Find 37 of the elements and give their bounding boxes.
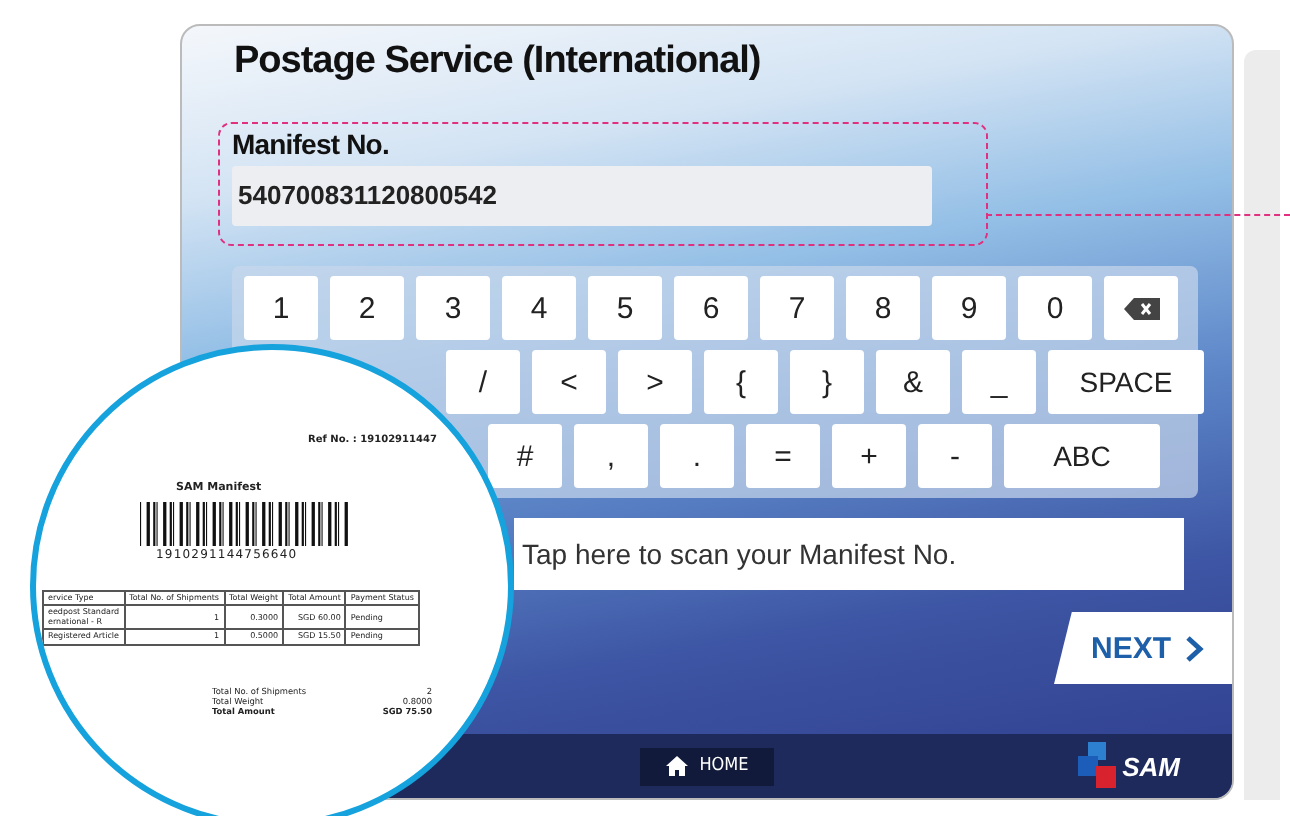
keyboard-key[interactable]: /: [446, 350, 520, 414]
keyboard-key[interactable]: 8: [846, 276, 920, 340]
screen-title: Postage Service (International): [232, 38, 763, 84]
keyboard-key[interactable]: >: [618, 350, 692, 414]
scan-button[interactable]: Tap here to scan your Manifest No.: [514, 518, 1184, 590]
field-label: Manifest No.: [232, 128, 391, 160]
keyboard-key[interactable]: 0: [1018, 276, 1092, 340]
keyboard-key[interactable]: 3: [416, 276, 490, 340]
keyboard-key[interactable]: ABC: [1004, 424, 1160, 488]
keyboard-key[interactable]: }: [790, 350, 864, 414]
keyboard-key[interactable]: .: [660, 424, 734, 488]
keyboard-key[interactable]: _: [962, 350, 1036, 414]
keyboard-key[interactable]: =: [746, 424, 820, 488]
logo-icon: [1078, 742, 1119, 790]
keyboard-key[interactable]: 6: [674, 276, 748, 340]
house-icon: [665, 756, 688, 776]
keyboard-key[interactable]: 7: [760, 276, 834, 340]
keyboard-key[interactable]: #: [488, 424, 562, 488]
keyboard-key[interactable]: 5: [588, 276, 662, 340]
next-button[interactable]: NEXT: [1054, 612, 1232, 684]
home-button[interactable]: HOME: [640, 747, 774, 785]
input-field[interactable]: 540700831120800542: [232, 166, 932, 226]
keyboard-key[interactable]: <: [532, 350, 606, 414]
keyboard-key[interactable]: -: [918, 424, 992, 488]
keyboard-key[interactable]: &: [876, 350, 950, 414]
keyboard-key[interactable]: 2: [330, 276, 404, 340]
backspace-key[interactable]: [1104, 276, 1178, 340]
keyboard-key[interactable]: ,: [574, 424, 648, 488]
keyboard-key[interactable]: 4: [502, 276, 576, 340]
keyboard-key[interactable]: {: [704, 350, 778, 414]
keyboard-key[interactable]: SPACE: [1048, 350, 1204, 414]
backspace-icon: [1123, 297, 1159, 319]
keyboard-key[interactable]: 1: [244, 276, 318, 340]
keyboard-key[interactable]: +: [832, 424, 906, 488]
logo-text: SAM: [1122, 751, 1180, 781]
keyboard-key[interactable]: 9: [932, 276, 1006, 340]
chevron-right-icon: [1183, 635, 1203, 661]
